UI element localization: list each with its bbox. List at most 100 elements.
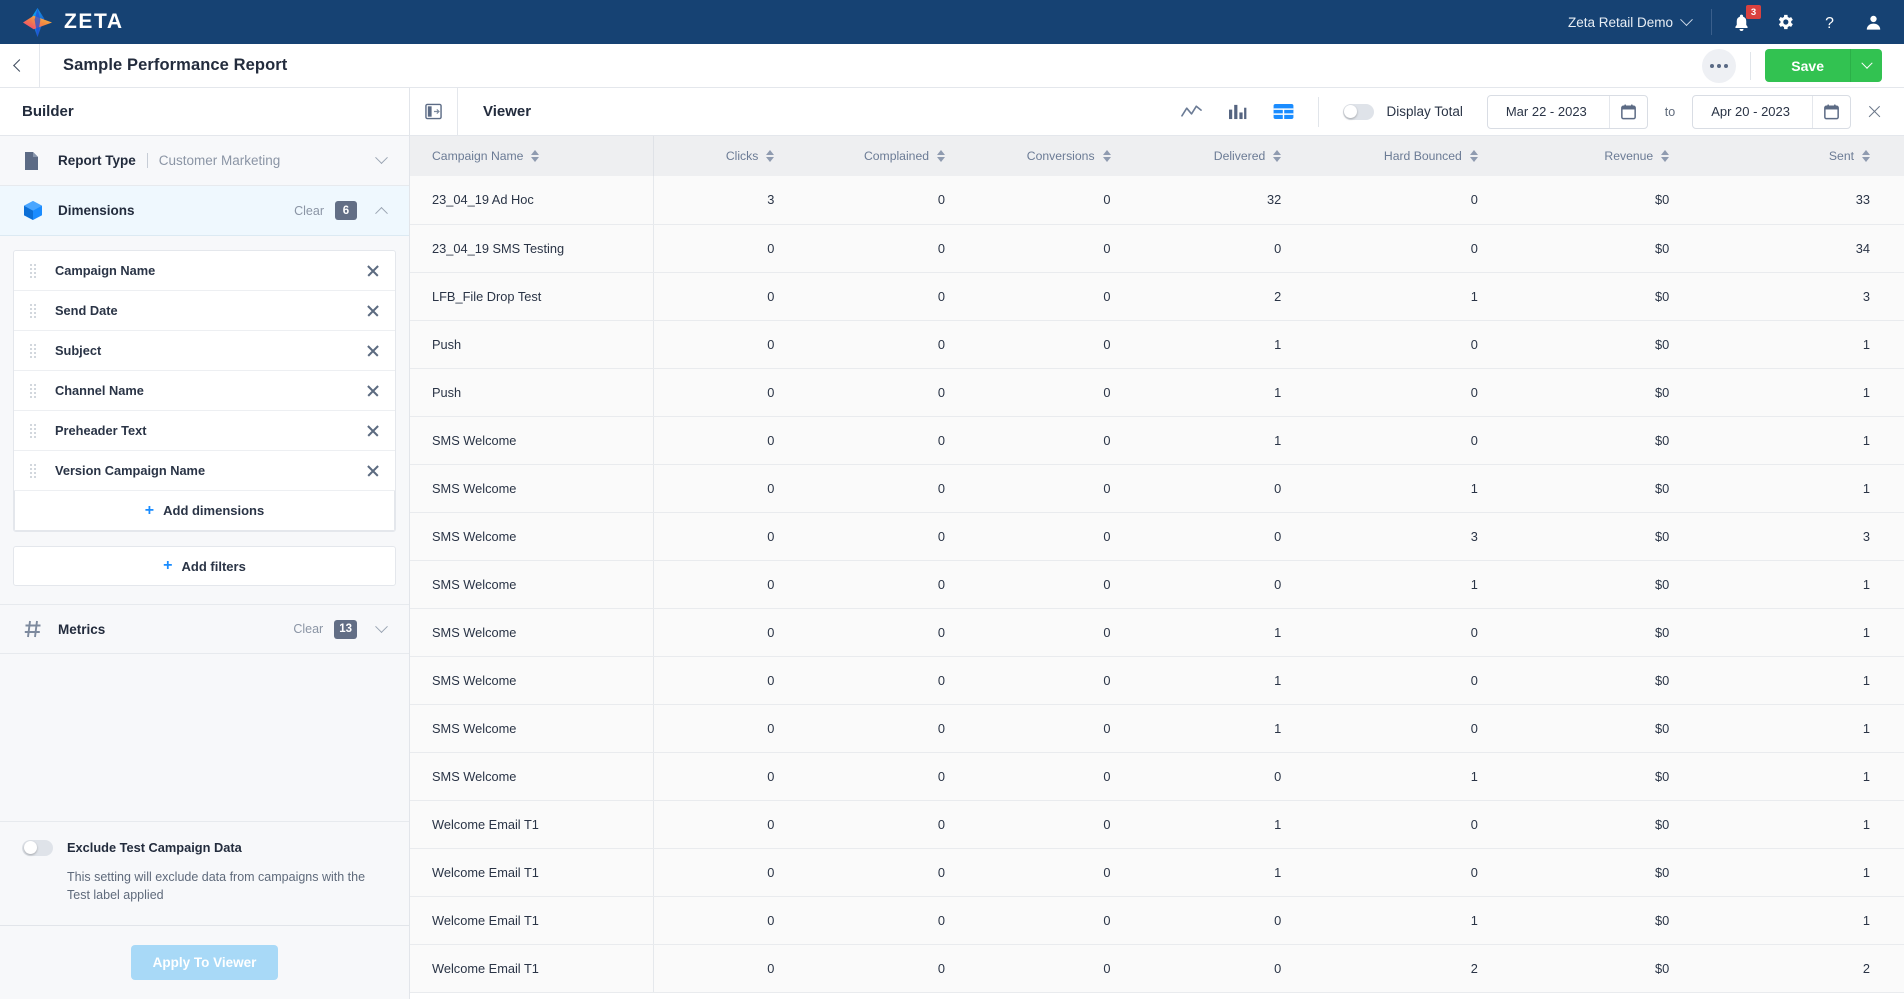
column-header-complained[interactable]: Complained: [808, 136, 980, 176]
add-filters-button[interactable]: + Add filters: [13, 546, 396, 586]
apply-to-viewer-button[interactable]: Apply To Viewer: [130, 945, 279, 980]
table-row[interactable]: Push 0 0 0 1 0 $0 1: [410, 320, 1904, 369]
column-header-clicks[interactable]: Clicks: [653, 136, 809, 176]
cell-campaign-name: SMS Welcome: [410, 560, 654, 609]
drag-handle-icon[interactable]: [30, 263, 39, 278]
table-row[interactable]: SMS Welcome 0 0 0 1 0 $0 1: [410, 416, 1904, 465]
dimension-item[interactable]: Version Campaign Name: [14, 451, 395, 491]
report-type-expand-button[interactable]: [374, 151, 388, 165]
table-row[interactable]: 23_04_19 SMS Testing 0 0 0 0 0 $0 34: [410, 224, 1904, 273]
dimension-item[interactable]: Preheader Text: [14, 411, 395, 451]
cell-revenue: $0: [1511, 368, 1704, 417]
display-total-toggle[interactable]: [1342, 103, 1374, 120]
sort-icon[interactable]: [937, 150, 946, 162]
line-chart-view-button[interactable]: [1180, 104, 1202, 120]
bar-chart-view-button[interactable]: [1228, 103, 1247, 120]
metrics-expand-button[interactable]: [374, 619, 388, 634]
column-header-revenue[interactable]: Revenue: [1511, 136, 1704, 176]
drag-handle-icon[interactable]: [30, 303, 39, 318]
save-dropdown-button[interactable]: [1850, 49, 1882, 82]
dimensions-collapse-button[interactable]: [374, 206, 388, 220]
table-row[interactable]: Push 0 0 0 1 0 $0 1: [410, 368, 1904, 417]
table-row[interactable]: SMS Welcome 0 0 0 0 1 $0 1: [410, 752, 1904, 801]
sort-icon[interactable]: [1102, 150, 1111, 162]
back-button[interactable]: [0, 43, 40, 88]
table-row[interactable]: SMS Welcome 0 0 0 0 1 $0 1: [410, 560, 1904, 609]
sort-icon[interactable]: [766, 150, 775, 162]
column-header-campaign-name[interactable]: Campaign Name: [410, 136, 654, 176]
exclude-test-campaign-toggle[interactable]: [22, 839, 53, 856]
more-options-button[interactable]: [1702, 48, 1737, 83]
table-row[interactable]: SMS Welcome 0 0 0 0 3 $0 3: [410, 512, 1904, 561]
clear-dimensions-button[interactable]: Clear: [294, 204, 324, 218]
table-row[interactable]: LFB_File Drop Test 0 0 0 2 1 $0 3: [410, 272, 1904, 321]
column-label: Hard Bounced: [1383, 149, 1462, 163]
column-header-hard-bounced[interactable]: Hard Bounced: [1315, 136, 1512, 176]
notifications-button[interactable]: 3: [1730, 5, 1761, 33]
dimension-item[interactable]: Campaign Name: [14, 251, 395, 291]
column-header-sent[interactable]: Sent: [1703, 136, 1904, 176]
remove-dimension-button[interactable]: [365, 303, 381, 319]
user-profile-button[interactable]: [1862, 11, 1884, 33]
date-from-field[interactable]: Mar 22 - 2023: [1486, 94, 1648, 129]
report-table-scroll[interactable]: Campaign Name Clicks Complained Conversi…: [410, 136, 1904, 999]
remove-dimension-button[interactable]: [365, 383, 381, 399]
cell-complained: 0: [808, 512, 980, 561]
sidebar-section-dimensions[interactable]: Dimensions Clear 6: [0, 186, 409, 236]
table-row[interactable]: SMS Welcome 0 0 0 1 0 $0 1: [410, 704, 1904, 753]
clear-date-range-button[interactable]: [1867, 104, 1882, 119]
date-to-field[interactable]: Apr 20 - 2023: [1692, 94, 1851, 129]
add-dimensions-button[interactable]: + Add dimensions: [14, 491, 395, 531]
cell-sent: 1: [1703, 800, 1904, 849]
cell-delivered: 1: [1144, 656, 1316, 705]
sidebar-section-report-type[interactable]: Report Type Customer Marketing: [0, 136, 409, 186]
table-view-button[interactable]: [1273, 103, 1294, 120]
clear-metrics-button[interactable]: Clear: [293, 622, 323, 636]
table-row[interactable]: SMS Welcome 0 0 0 0 1 $0 1: [410, 464, 1904, 513]
dimension-item[interactable]: Channel Name: [14, 371, 395, 411]
drag-handle-icon[interactable]: [30, 343, 39, 358]
help-button[interactable]: ?: [1818, 11, 1840, 33]
question-mark-icon: ?: [1825, 15, 1834, 32]
table-row[interactable]: Welcome Email T1 0 0 0 0 1 $0 1: [410, 896, 1904, 945]
cell-complained: 0: [808, 176, 980, 225]
zeta-logo[interactable]: ZETA: [22, 7, 124, 38]
table-row[interactable]: SMS Welcome 0 0 0 1 0 $0 1: [410, 608, 1904, 657]
sidebar-section-metrics[interactable]: Metrics Clear 13: [0, 604, 409, 654]
sort-icon[interactable]: [1469, 150, 1478, 162]
table-row[interactable]: 23_04_19 Ad Hoc 3 0 0 32 0 $0 33: [410, 176, 1904, 225]
table-row[interactable]: Welcome Email T1 0 0 0 0 2 $0 2: [410, 944, 1904, 993]
column-header-conversions[interactable]: Conversions: [979, 136, 1145, 176]
dimension-item[interactable]: Subject: [14, 331, 395, 371]
table-row[interactable]: SMS Welcome 0 0 0 1 0 $0 1: [410, 656, 1904, 705]
calendar-icon-to[interactable]: [1812, 95, 1850, 128]
remove-dimension-button[interactable]: [365, 343, 381, 359]
dimension-label: Version Campaign Name: [55, 463, 206, 478]
sort-icon[interactable]: [1862, 150, 1870, 162]
dimension-item[interactable]: Send Date: [14, 291, 395, 331]
sort-icon[interactable]: [531, 150, 540, 162]
table-row[interactable]: Welcome Email T1 0 0 0 1 0 $0 1: [410, 800, 1904, 849]
remove-dimension-button[interactable]: [365, 263, 381, 279]
brand-name: ZETA: [64, 10, 124, 33]
apply-footer: Apply To Viewer: [0, 925, 409, 999]
drag-handle-icon[interactable]: [30, 463, 39, 478]
remove-dimension-button[interactable]: [365, 463, 381, 479]
table-row[interactable]: Welcome Email T1 0 0 0 1 0 $0 1: [410, 848, 1904, 897]
cell-conversions: 0: [979, 512, 1145, 561]
save-button[interactable]: Save: [1765, 49, 1850, 82]
drag-handle-icon[interactable]: [30, 423, 39, 438]
column-header-delivered[interactable]: Delivered: [1144, 136, 1316, 176]
cell-revenue: $0: [1511, 704, 1704, 753]
cell-hard-bounced: 0: [1315, 704, 1512, 753]
drag-handle-icon[interactable]: [30, 383, 39, 398]
sort-icon[interactable]: [1661, 150, 1670, 162]
settings-button[interactable]: [1774, 11, 1796, 33]
cell-conversions: 0: [979, 704, 1145, 753]
collapse-sidebar-button[interactable]: [410, 87, 458, 136]
add-dimensions-label: Add dimensions: [163, 503, 265, 518]
account-switcher[interactable]: Zeta Retail Demo: [1568, 12, 1693, 30]
sort-icon[interactable]: [1273, 150, 1282, 162]
calendar-icon-from[interactable]: [1608, 95, 1647, 128]
remove-dimension-button[interactable]: [365, 423, 381, 439]
